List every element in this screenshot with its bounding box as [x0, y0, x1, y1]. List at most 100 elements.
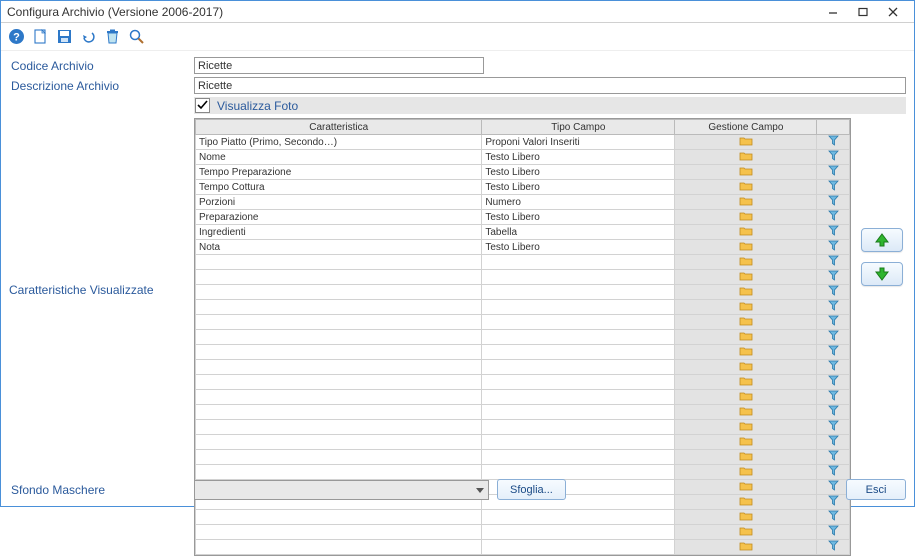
esci-button[interactable]: Esci	[846, 479, 906, 500]
table-row[interactable]	[196, 300, 850, 315]
cell-filter-icon[interactable]	[817, 240, 850, 255]
new-document-icon[interactable]	[31, 28, 49, 46]
sfondo-maschere-combo[interactable]	[194, 480, 489, 500]
table-row[interactable]: PorzioniNumero	[196, 195, 850, 210]
cell-gestione-folder-icon[interactable]	[675, 285, 817, 300]
cell-tipo[interactable]	[482, 270, 675, 285]
cell-caratteristica[interactable]	[196, 375, 482, 390]
magnifier-icon[interactable]	[127, 28, 145, 46]
table-row[interactable]: NotaTesto Libero	[196, 240, 850, 255]
table-row[interactable]	[196, 540, 850, 555]
cell-gestione-folder-icon[interactable]	[675, 405, 817, 420]
cell-caratteristica[interactable]	[196, 405, 482, 420]
table-row[interactable]: Tipo Piatto (Primo, Secondo…)Proponi Val…	[196, 135, 850, 150]
close-button[interactable]	[878, 2, 908, 22]
table-row[interactable]	[196, 465, 850, 480]
cell-tipo[interactable]: Testo Libero	[482, 180, 675, 195]
cell-tipo[interactable]: Testo Libero	[482, 210, 675, 225]
cell-gestione-folder-icon[interactable]	[675, 135, 817, 150]
cell-filter-icon[interactable]	[817, 345, 850, 360]
cell-tipo[interactable]: Testo Libero	[482, 150, 675, 165]
cell-filter-icon[interactable]	[817, 285, 850, 300]
table-row[interactable]	[196, 450, 850, 465]
cell-caratteristica[interactable]: Preparazione	[196, 210, 482, 225]
cell-tipo[interactable]	[482, 450, 675, 465]
cell-gestione-folder-icon[interactable]	[675, 345, 817, 360]
cell-gestione-folder-icon[interactable]	[675, 390, 817, 405]
cell-tipo[interactable]	[482, 435, 675, 450]
cell-gestione-folder-icon[interactable]	[675, 435, 817, 450]
cell-filter-icon[interactable]	[817, 360, 850, 375]
cell-tipo[interactable]	[482, 405, 675, 420]
table-row[interactable]	[196, 285, 850, 300]
table-row[interactable]	[196, 345, 850, 360]
cell-caratteristica[interactable]	[196, 345, 482, 360]
cell-filter-icon[interactable]	[817, 255, 850, 270]
cell-filter-icon[interactable]	[817, 420, 850, 435]
trash-icon[interactable]	[103, 28, 121, 46]
cell-tipo[interactable]: Numero	[482, 195, 675, 210]
sfoglia-button[interactable]: Sfoglia...	[497, 479, 566, 500]
cell-gestione-folder-icon[interactable]	[675, 375, 817, 390]
cell-caratteristica[interactable]	[196, 360, 482, 375]
cell-filter-icon[interactable]	[817, 135, 850, 150]
cell-caratteristica[interactable]	[196, 315, 482, 330]
cell-tipo[interactable]: Proponi Valori Inseriti	[482, 135, 675, 150]
cell-caratteristica[interactable]	[196, 540, 482, 555]
cell-tipo[interactable]	[482, 300, 675, 315]
cell-caratteristica[interactable]	[196, 285, 482, 300]
cell-gestione-folder-icon[interactable]	[675, 330, 817, 345]
cell-gestione-folder-icon[interactable]	[675, 420, 817, 435]
cell-gestione-folder-icon[interactable]	[675, 450, 817, 465]
cell-caratteristica[interactable]	[196, 300, 482, 315]
cell-gestione-folder-icon[interactable]	[675, 315, 817, 330]
table-row[interactable]	[196, 525, 850, 540]
cell-filter-icon[interactable]	[817, 270, 850, 285]
cell-filter-icon[interactable]	[817, 150, 850, 165]
cell-tipo[interactable]	[482, 390, 675, 405]
cell-filter-icon[interactable]	[817, 405, 850, 420]
cell-gestione-folder-icon[interactable]	[675, 510, 817, 525]
table-row[interactable]	[196, 360, 850, 375]
cell-filter-icon[interactable]	[817, 225, 850, 240]
cell-tipo[interactable]	[482, 285, 675, 300]
table-row[interactable]	[196, 255, 850, 270]
col-tipo-campo[interactable]: Tipo Campo	[482, 120, 675, 135]
cell-tipo[interactable]	[482, 510, 675, 525]
cell-gestione-folder-icon[interactable]	[675, 300, 817, 315]
cell-filter-icon[interactable]	[817, 330, 850, 345]
cell-tipo[interactable]	[482, 330, 675, 345]
cell-gestione-folder-icon[interactable]	[675, 540, 817, 555]
cell-gestione-folder-icon[interactable]	[675, 270, 817, 285]
cell-filter-icon[interactable]	[817, 195, 850, 210]
table-row[interactable]	[196, 390, 850, 405]
cell-gestione-folder-icon[interactable]	[675, 210, 817, 225]
table-row[interactable]	[196, 420, 850, 435]
cell-tipo[interactable]	[482, 315, 675, 330]
cell-filter-icon[interactable]	[817, 465, 850, 480]
cell-tipo[interactable]	[482, 255, 675, 270]
table-row[interactable]: Tempo PreparazioneTesto Libero	[196, 165, 850, 180]
cell-caratteristica[interactable]	[196, 270, 482, 285]
cell-tipo[interactable]	[482, 525, 675, 540]
table-row[interactable]: IngredientiTabella	[196, 225, 850, 240]
cell-caratteristica[interactable]: Nome	[196, 150, 482, 165]
cell-caratteristica[interactable]	[196, 510, 482, 525]
cell-filter-icon[interactable]	[817, 510, 850, 525]
undo-icon[interactable]	[79, 28, 97, 46]
cell-gestione-folder-icon[interactable]	[675, 240, 817, 255]
cell-caratteristica[interactable]	[196, 330, 482, 345]
cell-caratteristica[interactable]	[196, 450, 482, 465]
cell-filter-icon[interactable]	[817, 300, 850, 315]
move-up-button[interactable]	[861, 228, 903, 252]
minimize-button[interactable]	[818, 2, 848, 22]
descrizione-archivio-input[interactable]	[194, 77, 906, 94]
cell-tipo[interactable]	[482, 345, 675, 360]
cell-gestione-folder-icon[interactable]	[675, 360, 817, 375]
cell-caratteristica[interactable]: Tempo Preparazione	[196, 165, 482, 180]
cell-caratteristica[interactable]	[196, 435, 482, 450]
cell-tipo[interactable]	[482, 360, 675, 375]
table-row[interactable]	[196, 435, 850, 450]
cell-caratteristica[interactable]	[196, 255, 482, 270]
cell-tipo[interactable]	[482, 540, 675, 555]
